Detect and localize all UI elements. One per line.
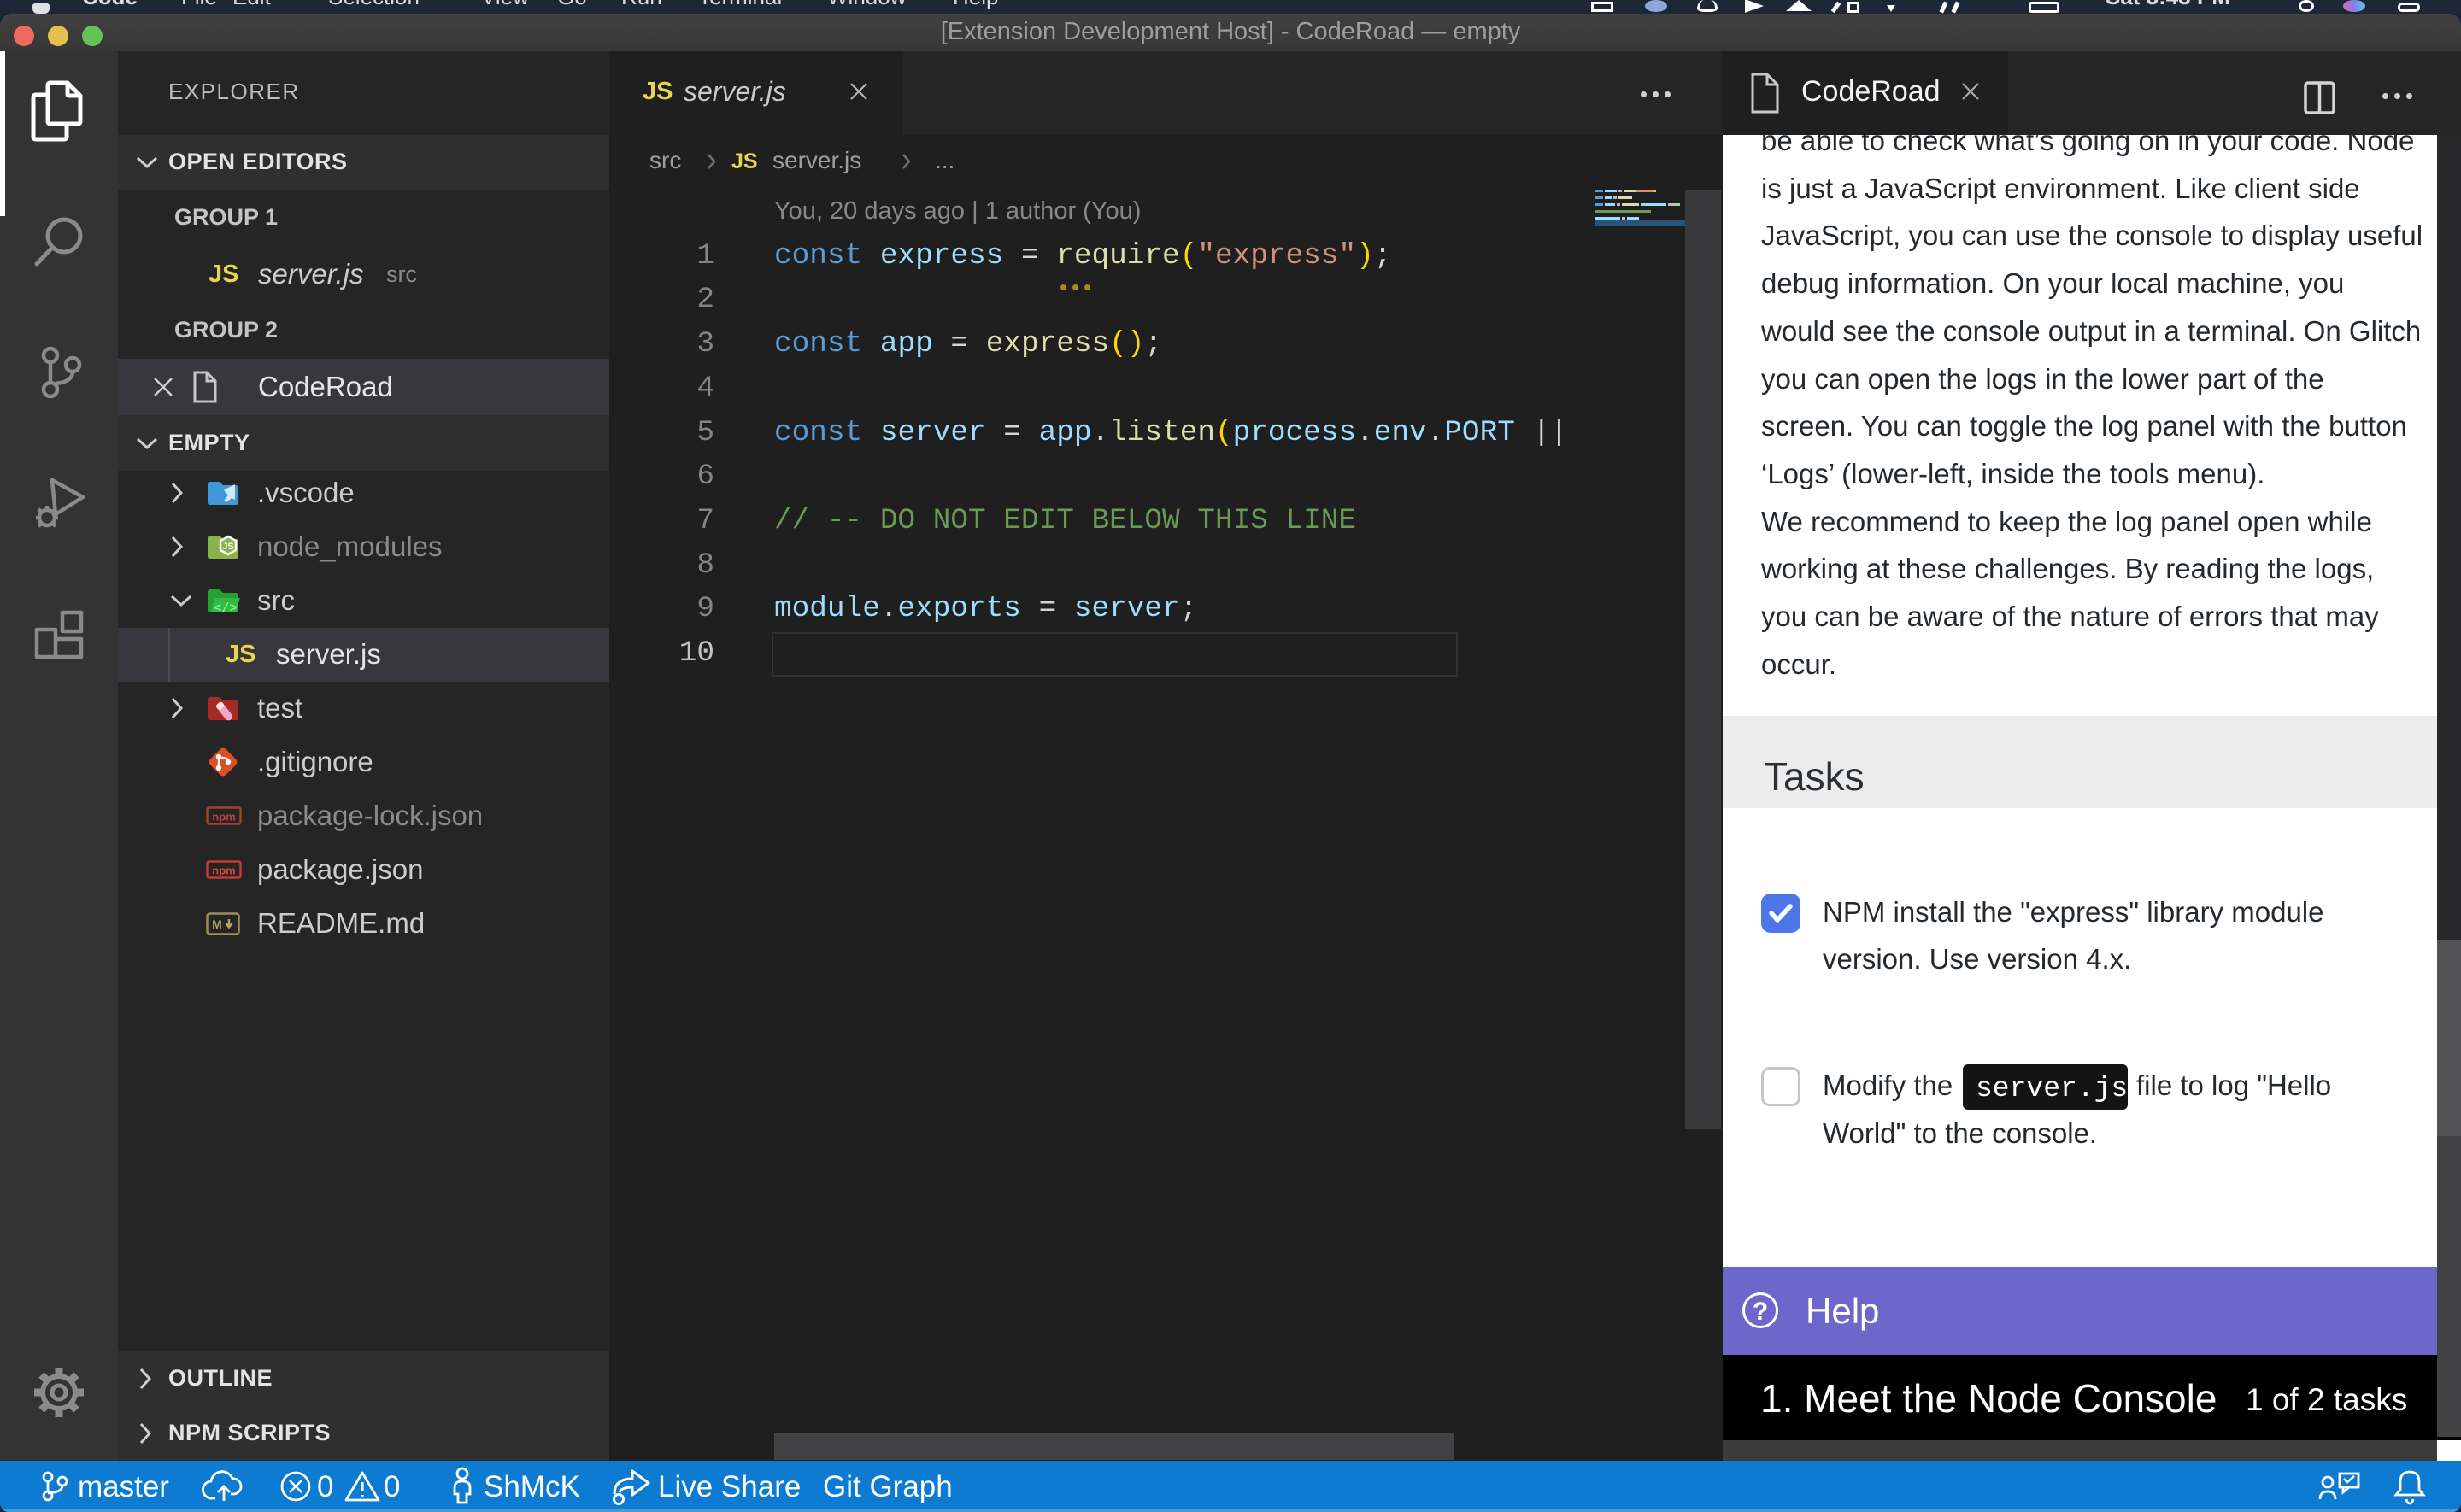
svg-text:</>: </>	[214, 601, 237, 616]
svg-text:npm: npm	[212, 811, 235, 823]
svg-text:JS: JS	[222, 542, 233, 552]
svg-text:npm: npm	[212, 864, 235, 877]
svg-text:M: M	[212, 917, 222, 931]
